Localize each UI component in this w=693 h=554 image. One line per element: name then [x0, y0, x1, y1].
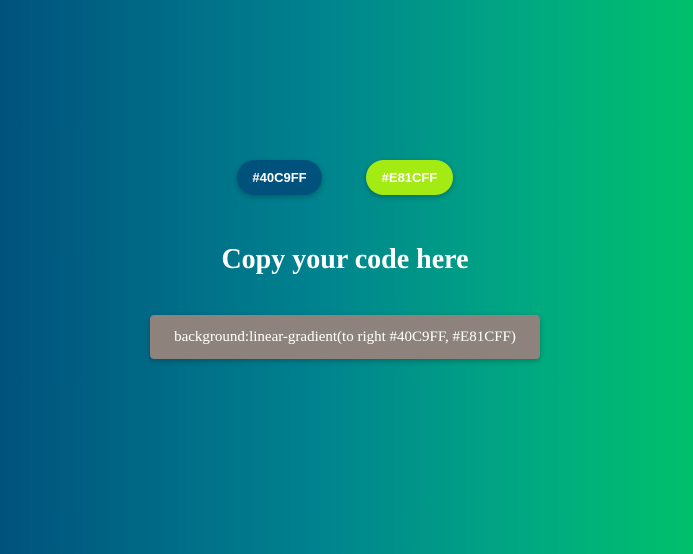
color-two-button[interactable]: #E81CFF [366, 160, 453, 195]
gradient-code-output[interactable]: background:linear-gradient(to right #40C… [150, 315, 540, 359]
page-title: Copy your code here [221, 244, 469, 275]
color-one-button[interactable]: #40C9FF [237, 160, 322, 195]
gradient-page: { "color_buttons": { "first": { "label":… [0, 0, 693, 554]
